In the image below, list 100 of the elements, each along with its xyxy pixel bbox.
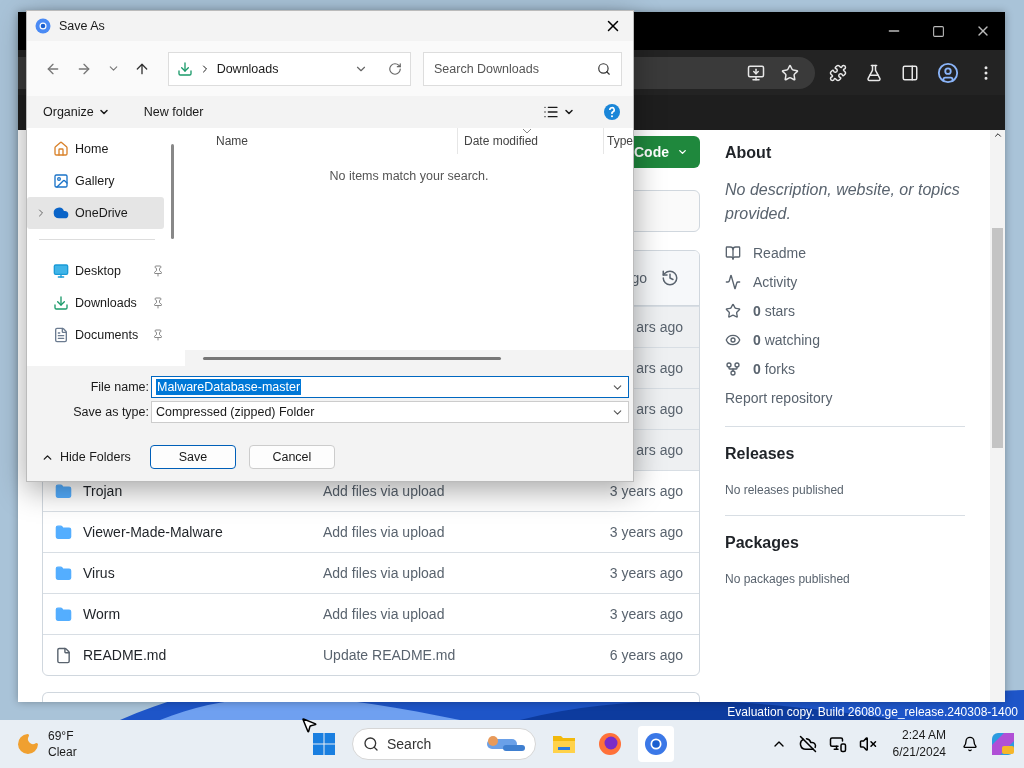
commit-date: 6 years ago [609,647,683,663]
picture-frame-icon [53,173,69,189]
field-label: File name: [89,380,150,394]
book-icon [725,244,741,261]
location-text: Downloads [216,61,280,76]
about-description: No description, website, or topics provided. [725,180,961,224]
nav-item[interactable]: Documents [27,319,164,351]
repo-link[interactable]: 0 watching [753,331,820,348]
search-icon [363,736,379,752]
monitor-icon [53,263,69,279]
side-panel-icon[interactable] [901,63,919,82]
repo-link[interactable]: 0 forks [753,360,796,377]
file-name[interactable]: Viewer-Made-Malware [83,524,323,540]
bell-icon[interactable] [962,736,978,752]
folder-icon [54,482,72,500]
search-box[interactable]: Search Downloads [423,51,622,86]
folder-icon [54,605,72,623]
about-heading: About [725,144,773,162]
nav-item[interactable]: Downloads [27,287,164,319]
document-icon [53,327,69,343]
volume-muted-icon[interactable] [858,735,877,753]
repo-link[interactable]: Readme [753,244,806,261]
releases-note: No releases published [725,483,845,497]
column-header[interactable]: Date modified [458,128,604,154]
new-folder-button[interactable]: New folder [137,99,210,125]
empty-message: No items match your search. [328,169,490,183]
repo-link[interactable]: 0 stars [753,302,796,319]
commit-date: 3 years ago [609,483,683,499]
home-icon [53,141,69,157]
refresh-icon[interactable] [388,61,402,76]
cloud-icon [53,205,69,221]
repo-link[interactable]: Activity [753,273,798,290]
folder-icon [54,564,72,582]
commit-message[interactable]: Add files via upload [323,524,610,540]
commit-date: 3 years ago [609,606,683,622]
search-icon [597,61,611,76]
nav-item[interactable]: OneDrive [27,197,164,229]
organize-button[interactable]: Organize [37,99,116,125]
file-name[interactable]: Virus [83,565,323,581]
report-link[interactable]: Report repository [725,389,833,406]
folder-icon [54,523,72,541]
commit-date: ars ago [636,319,683,335]
commit-date: 3 years ago [609,565,683,581]
maximize-icon[interactable] [932,24,945,38]
list-view-icon [543,104,559,120]
taskbar-search[interactable]: Search [352,728,536,760]
commit-message[interactable]: Add files via upload [323,483,610,499]
save-button[interactable]: Save [149,445,236,469]
pulse-icon [725,273,741,290]
copilot-icon[interactable] [990,731,1016,757]
commit-message[interactable]: Update README.md [323,647,610,663]
flask-icon[interactable] [865,63,883,82]
fork-icon [725,360,741,377]
scroll-up-icon[interactable] [992,130,1003,140]
chrome-button[interactable] [638,726,674,762]
packages-note: No packages published [725,572,851,586]
nav-item[interactable]: Desktop [27,255,164,287]
firefox-icon [598,732,622,756]
commit-message[interactable]: Add files via upload [323,565,610,581]
field-label: Save as type: [72,405,150,419]
commit-date: ars ago [636,401,683,417]
code-button[interactable]: Code [634,136,700,168]
file-name-field[interactable]: MalwareDatabase-master [151,376,629,398]
download-icon [53,295,69,311]
file-type-select[interactable]: Compressed (zipped) Folder [151,401,629,423]
nav-item[interactable]: Home [27,133,164,165]
clock[interactable]: 2:24 AM 6/21/2024 [892,727,946,761]
network-icon[interactable] [828,735,847,753]
commit-date: ars ago [636,360,683,376]
hide-folders-button[interactable]: Hide Folders [35,449,137,465]
commit-message[interactable]: Add files via upload [323,606,610,622]
dialog-title: Save As [59,19,105,33]
help-icon[interactable] [603,103,621,121]
column-header[interactable]: Name [185,128,458,154]
file-name[interactable]: Worm [83,606,323,622]
packages-heading: Packages [725,534,800,552]
file-icon [54,646,72,664]
star-icon [725,302,741,319]
commit-date: ars ago [636,442,683,458]
avatar-icon[interactable] [937,61,959,84]
scroll-thumb[interactable] [992,228,1003,448]
column-header[interactable]: Type [604,128,633,154]
weather-temperature: 69°F [48,728,75,744]
search-field[interactable]: Search Downloads [432,52,597,85]
history-icon[interactable] [661,269,679,287]
folder-icon [552,733,576,755]
commit-date: 3 years ago [609,524,683,540]
weather-condition: Clear [48,744,77,760]
windows-logo-icon [313,733,335,755]
cancel-button[interactable]: Cancel [248,445,335,469]
bookmark-star-icon[interactable] [781,63,799,82]
nav-item[interactable]: Gallery [27,165,164,197]
install-icon[interactable] [747,63,765,82]
releases-heading: Releases [725,445,796,463]
app-icon [35,18,51,34]
puzzle-icon[interactable] [829,63,847,82]
address-field[interactable]: Downloads [167,51,411,86]
file-name[interactable]: README.md [83,647,323,663]
cloud-off-icon[interactable] [798,735,817,753]
file-name[interactable]: Trojan [83,483,323,499]
